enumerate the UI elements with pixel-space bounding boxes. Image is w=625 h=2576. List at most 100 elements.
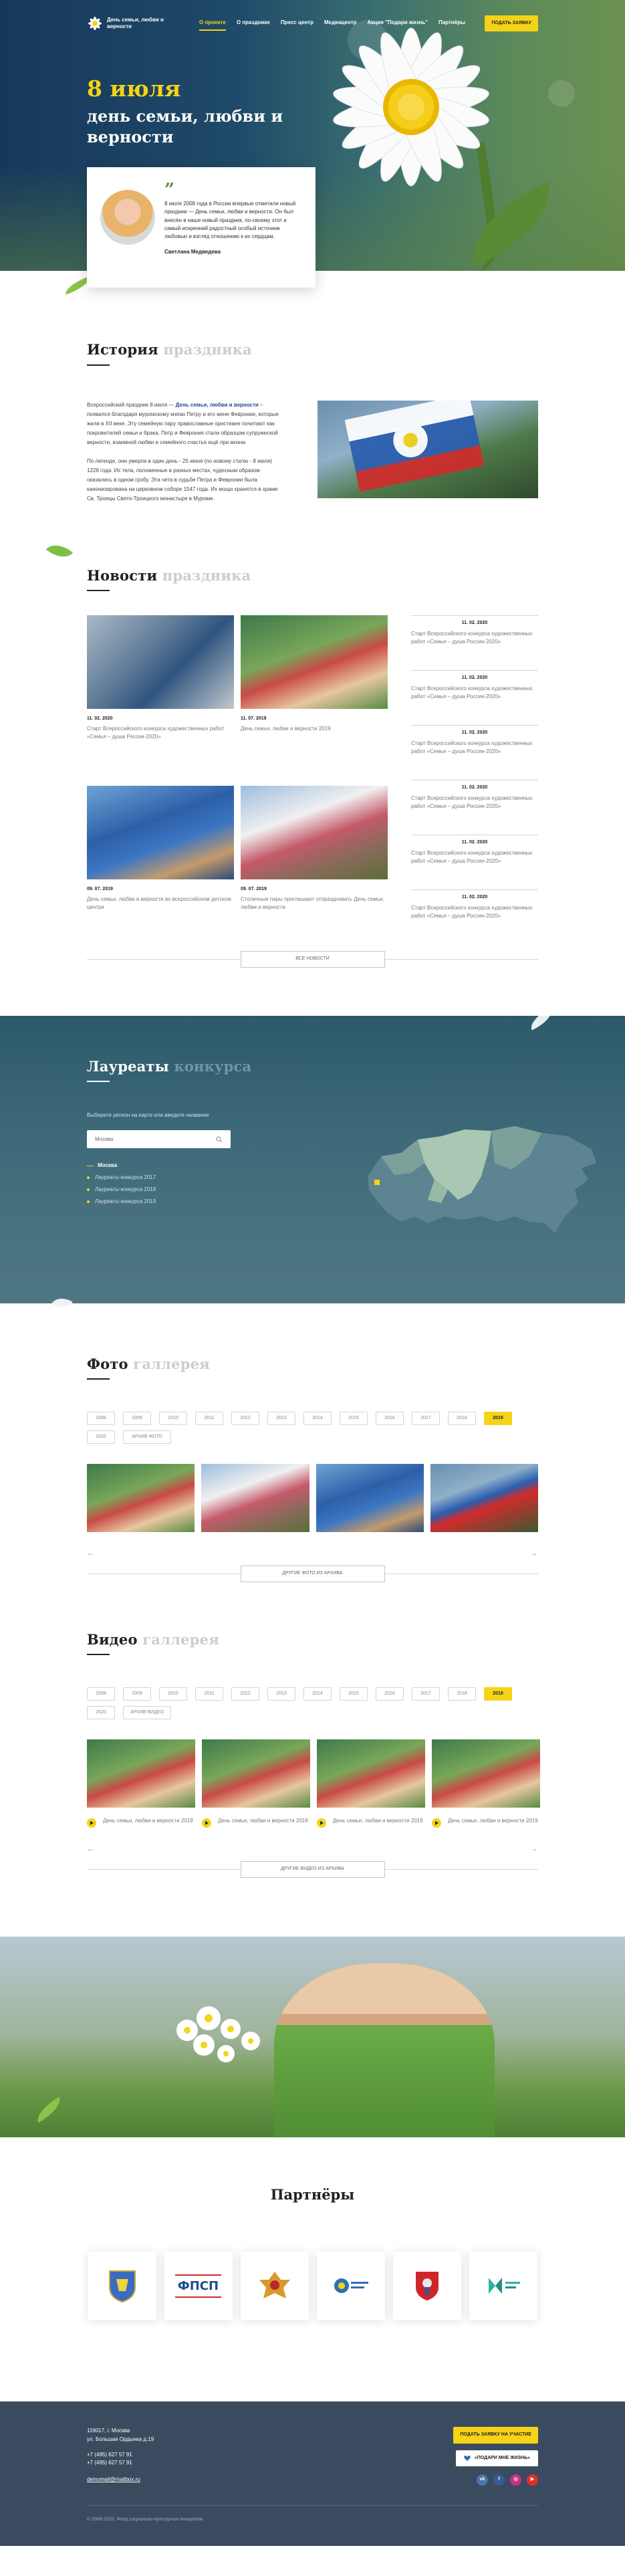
russia-map[interactable] (354, 1116, 602, 1243)
year-button[interactable]: 2015 (340, 1412, 368, 1425)
video-card[interactable]: День семьи, любви и верности 2019 (432, 1739, 540, 1828)
give-me-life-button[interactable]: «ПОДАРИ МНЕ ЖИЗНЬ» (455, 2450, 538, 2466)
menu-item-press[interactable]: Пресс центр (281, 16, 314, 31)
video-card[interactable]: День семьи, любви и верности 2019 (87, 1739, 195, 1828)
menu: О проекте О празднике Пресс центр Медиац… (199, 16, 485, 31)
play-icon[interactable] (87, 1818, 96, 1828)
year-button[interactable]: 2010 (159, 1412, 187, 1425)
year-button[interactable]: 2020 (87, 1706, 115, 1719)
year-button[interactable]: 2008 (87, 1687, 115, 1701)
news-card[interactable]: 09. 07. 2019 Столичные пары приглашают о… (241, 786, 388, 944)
arrow-right-icon[interactable]: → (530, 1842, 538, 1854)
year-button[interactable]: 2018 (448, 1687, 476, 1701)
list-item[interactable]: 11. 02. 2020 Старт Всероссийского конкурс… (411, 725, 538, 780)
news-image (87, 615, 234, 709)
history-title: История праздника (87, 339, 538, 366)
coat-of-arms-icon (108, 2270, 136, 2303)
gallery-photo[interactable] (201, 1464, 309, 1532)
quote-author: Светлана Медведева (164, 248, 221, 255)
year-button-active[interactable]: 2019 (484, 1687, 512, 1701)
year-button[interactable]: 2009 (123, 1412, 151, 1425)
year-button[interactable]: 2016 (376, 1412, 404, 1425)
partner-logo[interactable] (240, 2252, 309, 2320)
arrow-left-icon[interactable]: ← (87, 1842, 95, 1854)
arrow-left-icon[interactable]: ← (87, 1547, 95, 1559)
year-button[interactable]: 2013 (267, 1687, 295, 1701)
year-button[interactable]: 2012 (231, 1687, 259, 1701)
social-links: vk f ◎ ▶ (477, 2474, 538, 2486)
partner-logo[interactable] (469, 2252, 537, 2320)
apply-button[interactable]: ПОДАТЬ ЗАЯВКУ (485, 15, 538, 32)
menu-item-media[interactable]: Медиацентр (324, 16, 357, 31)
year-button[interactable]: 2011 (195, 1687, 223, 1701)
video-thumbnail (317, 1739, 425, 1808)
news-image (87, 786, 234, 879)
year-button[interactable]: 2011 (195, 1412, 223, 1425)
year-button[interactable]: 2016 (376, 1687, 404, 1701)
partner-logo[interactable] (316, 2252, 385, 2320)
year-button[interactable]: 2014 (303, 1412, 332, 1425)
site-logo[interactable]: День семьи, любви и верности (87, 15, 167, 31)
year-button[interactable]: 2009 (123, 1687, 151, 1701)
year-button[interactable]: 2017 (412, 1412, 440, 1425)
apply-participation-button[interactable]: ПОДАТЬ ЗАЯВКУ НА УЧАСТИЕ (453, 2427, 538, 2444)
news-card[interactable]: 11. 07. 2019 День семьи, любви и верност… (241, 615, 388, 774)
vk-icon[interactable]: vk (477, 2474, 488, 2486)
play-icon[interactable] (202, 1818, 211, 1828)
instagram-icon[interactable]: ◎ (510, 2474, 521, 2486)
news-card[interactable]: 11. 02. 2020 Старт Всероссийского конкур… (87, 615, 234, 774)
email-link[interactable]: demomail@mailbox.ru (87, 2476, 154, 2484)
phone-link[interactable]: +7 (495) 627 57 91 (87, 2459, 154, 2468)
photo-gallery-section: Фото галлерея 2008 2009 2010 2011 2012 2… (87, 1303, 538, 1582)
menu-item-partners[interactable]: Партнёры (439, 16, 465, 31)
play-icon[interactable] (317, 1818, 326, 1828)
news-image (241, 786, 388, 879)
list-item[interactable]: 11. 02. 2020 Старт Всероссийского конкурс… (411, 670, 538, 725)
history-link[interactable]: День семьи, любви и верности (176, 402, 259, 408)
year-button[interactable]: 2014 (303, 1687, 332, 1701)
partner-logo[interactable] (392, 2252, 461, 2320)
year-button[interactable]: 2012 (231, 1412, 259, 1425)
news-card[interactable]: 09. 07. 2019 День семьи, любви и верност… (87, 786, 234, 944)
all-news-button[interactable]: ВСЕ НОВОСТИ (240, 951, 385, 968)
video-thumbnail (87, 1739, 195, 1808)
list-item[interactable]: 11. 02. 2020 Старт Всероссийского конкурс… (411, 835, 538, 889)
year-button[interactable]: 2015 (340, 1687, 368, 1701)
gallery-photo[interactable] (316, 1464, 424, 1532)
daisy-bouquet (176, 2006, 260, 2062)
partner-logo[interactable] (88, 2252, 156, 2320)
video-card[interactable]: День семьи, любви и верности 2019 (202, 1739, 310, 1828)
menu-item-holiday[interactable]: О празднике (237, 16, 270, 31)
list-item[interactable]: 11. 02. 2020 Старт Всероссийского конкурс… (411, 889, 538, 944)
year-button[interactable]: 2008 (87, 1412, 115, 1425)
year-button-active[interactable]: 2019 (484, 1412, 512, 1425)
gallery-photo[interactable] (430, 1464, 538, 1532)
year-button[interactable]: 2018 (448, 1412, 476, 1425)
contacts: 119017, г. Москва ул. Большая Ордынка д.… (87, 2427, 154, 2486)
play-icon[interactable] (432, 1818, 441, 1828)
moscow-marker[interactable] (374, 1179, 380, 1185)
year-button[interactable]: 2020 (87, 1430, 115, 1444)
year-button[interactable]: 2013 (267, 1412, 295, 1425)
list-item[interactable]: 11. 02. 2020 Старт Всероссийского конкурс… (411, 615, 538, 670)
arrow-right-icon[interactable]: → (530, 1547, 538, 1559)
partner-logo[interactable]: ФПСП (164, 2252, 233, 2320)
list-item[interactable]: 11. 02. 2020 Старт Всероссийского конкурс… (411, 780, 538, 835)
video-card[interactable]: День семьи, любви и верности 2019 (317, 1739, 425, 1828)
archive-button[interactable]: АРХИВ ФОТО (123, 1430, 171, 1444)
menu-item-campaign[interactable]: Акция "Подари жизнь" (368, 16, 428, 31)
hero-title: день семьи, любви и верности (87, 106, 283, 147)
video-gallery-section: Видео галлерея 2008 2009 2010 2011 2012 … (87, 1582, 540, 1878)
year-button[interactable]: 2010 (159, 1687, 187, 1701)
facebook-icon[interactable]: f (493, 2474, 505, 2486)
more-photos-button[interactable]: ДРУГИЕ ФОТО ИЗ АРХИВА (240, 1566, 385, 1582)
gallery-photo[interactable] (87, 1464, 195, 1532)
menu-item-about[interactable]: О проекте (199, 16, 226, 31)
phone-link[interactable]: +7 (495) 627 57 91 (87, 2451, 154, 2460)
year-button[interactable]: 2017 (412, 1687, 440, 1701)
more-videos-button[interactable]: ДРУГИЕ ВИДЕО ИЗ АРХИВА (240, 1861, 385, 1878)
archive-button[interactable]: АРХИВ ВИДЕО (123, 1706, 171, 1719)
region-search-input[interactable]: Москва (87, 1130, 231, 1148)
youtube-icon[interactable]: ▶ (527, 2474, 538, 2486)
leaf-decoration (32, 2097, 66, 2123)
